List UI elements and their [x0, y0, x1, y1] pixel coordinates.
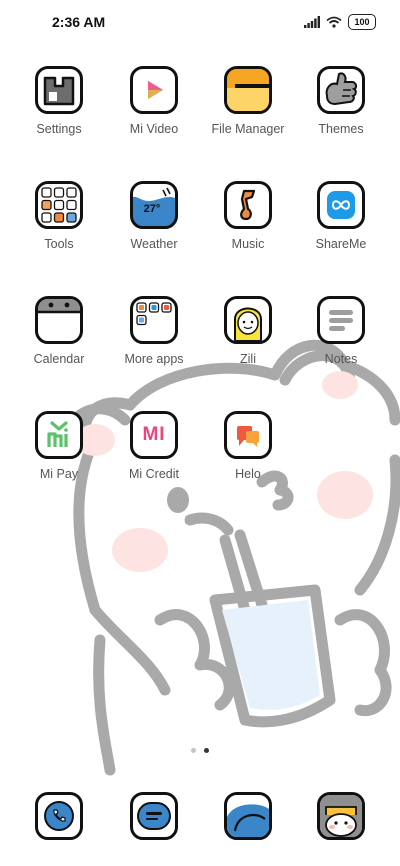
status-bar: 2:36 AM 100: [0, 0, 400, 44]
app-settings[interactable]: Settings: [9, 66, 109, 136]
app-label: Mi Video: [129, 122, 179, 136]
themes-icon: [317, 66, 365, 114]
app-label: File Manager: [211, 122, 285, 136]
app-music[interactable]: Music: [198, 181, 298, 251]
app-label: Themes: [318, 122, 364, 136]
page-dot-active[interactable]: [204, 748, 209, 753]
camera-icon: [317, 792, 365, 840]
messages-icon: [130, 792, 178, 840]
app-file-manager[interactable]: File Manager: [198, 66, 298, 136]
zili-icon: [224, 296, 272, 344]
helo-icon: [224, 411, 272, 459]
app-more-apps-folder[interactable]: More apps: [104, 296, 204, 366]
status-icons: 100: [304, 14, 376, 30]
mi-credit-icon: MI: [130, 411, 178, 459]
signal-icon: [304, 16, 320, 28]
app-mi-video[interactable]: Mi Video: [104, 66, 204, 136]
battery-indicator: 100: [348, 14, 376, 30]
mi-credit-logo: MI: [142, 424, 166, 445]
page-indicator: [0, 748, 400, 753]
calendar-icon: [35, 296, 83, 344]
dock-app-phone[interactable]: [9, 792, 109, 840]
weather-temperature: 27°: [143, 203, 161, 215]
app-themes[interactable]: Themes: [291, 66, 391, 136]
dock-app-messages[interactable]: [104, 792, 204, 840]
file-manager-icon: [224, 66, 272, 114]
wifi-icon: [326, 16, 342, 28]
status-time: 2:36 AM: [52, 14, 106, 30]
phone-icon: [35, 792, 83, 840]
app-label: Helo: [235, 467, 261, 481]
app-label: Settings: [36, 122, 82, 136]
app-label: Mi Pay: [39, 467, 79, 481]
app-label: Music: [231, 237, 265, 251]
page-dot[interactable]: [191, 748, 196, 753]
app-calendar[interactable]: Calendar: [9, 296, 109, 366]
dock-app-browser[interactable]: [198, 792, 298, 840]
app-label: Mi Credit: [128, 467, 179, 481]
browser-icon: [224, 792, 272, 840]
app-mi-credit[interactable]: MI Mi Credit: [104, 411, 204, 481]
app-zili[interactable]: Zili: [198, 296, 298, 366]
app-label: Calendar: [33, 352, 85, 366]
weather-icon: 27°: [130, 181, 178, 229]
app-label: Tools: [44, 237, 74, 251]
app-tools-folder[interactable]: Tools: [9, 181, 109, 251]
app-label: Zili: [240, 352, 256, 366]
app-label: More apps: [124, 352, 184, 366]
mi-pay-icon: [35, 411, 83, 459]
music-icon: [224, 181, 272, 229]
shareme-icon: [317, 181, 365, 229]
mi-video-icon: [130, 66, 178, 114]
app-shareme[interactable]: ShareMe: [291, 181, 391, 251]
app-mi-pay[interactable]: Mi Pay: [9, 411, 109, 481]
app-label: ShareMe: [315, 237, 367, 251]
tools-folder-icon: [35, 181, 83, 229]
dock-app-camera[interactable]: [291, 792, 391, 840]
app-notes[interactable]: Notes: [291, 296, 391, 366]
settings-icon: [35, 66, 83, 114]
app-label: Weather: [130, 237, 178, 251]
app-weather[interactable]: 27° Weather: [104, 181, 204, 251]
notes-icon: [317, 296, 365, 344]
more-apps-folder-icon: [130, 296, 178, 344]
app-helo[interactable]: Helo: [198, 411, 298, 481]
app-label: Notes: [324, 352, 358, 366]
